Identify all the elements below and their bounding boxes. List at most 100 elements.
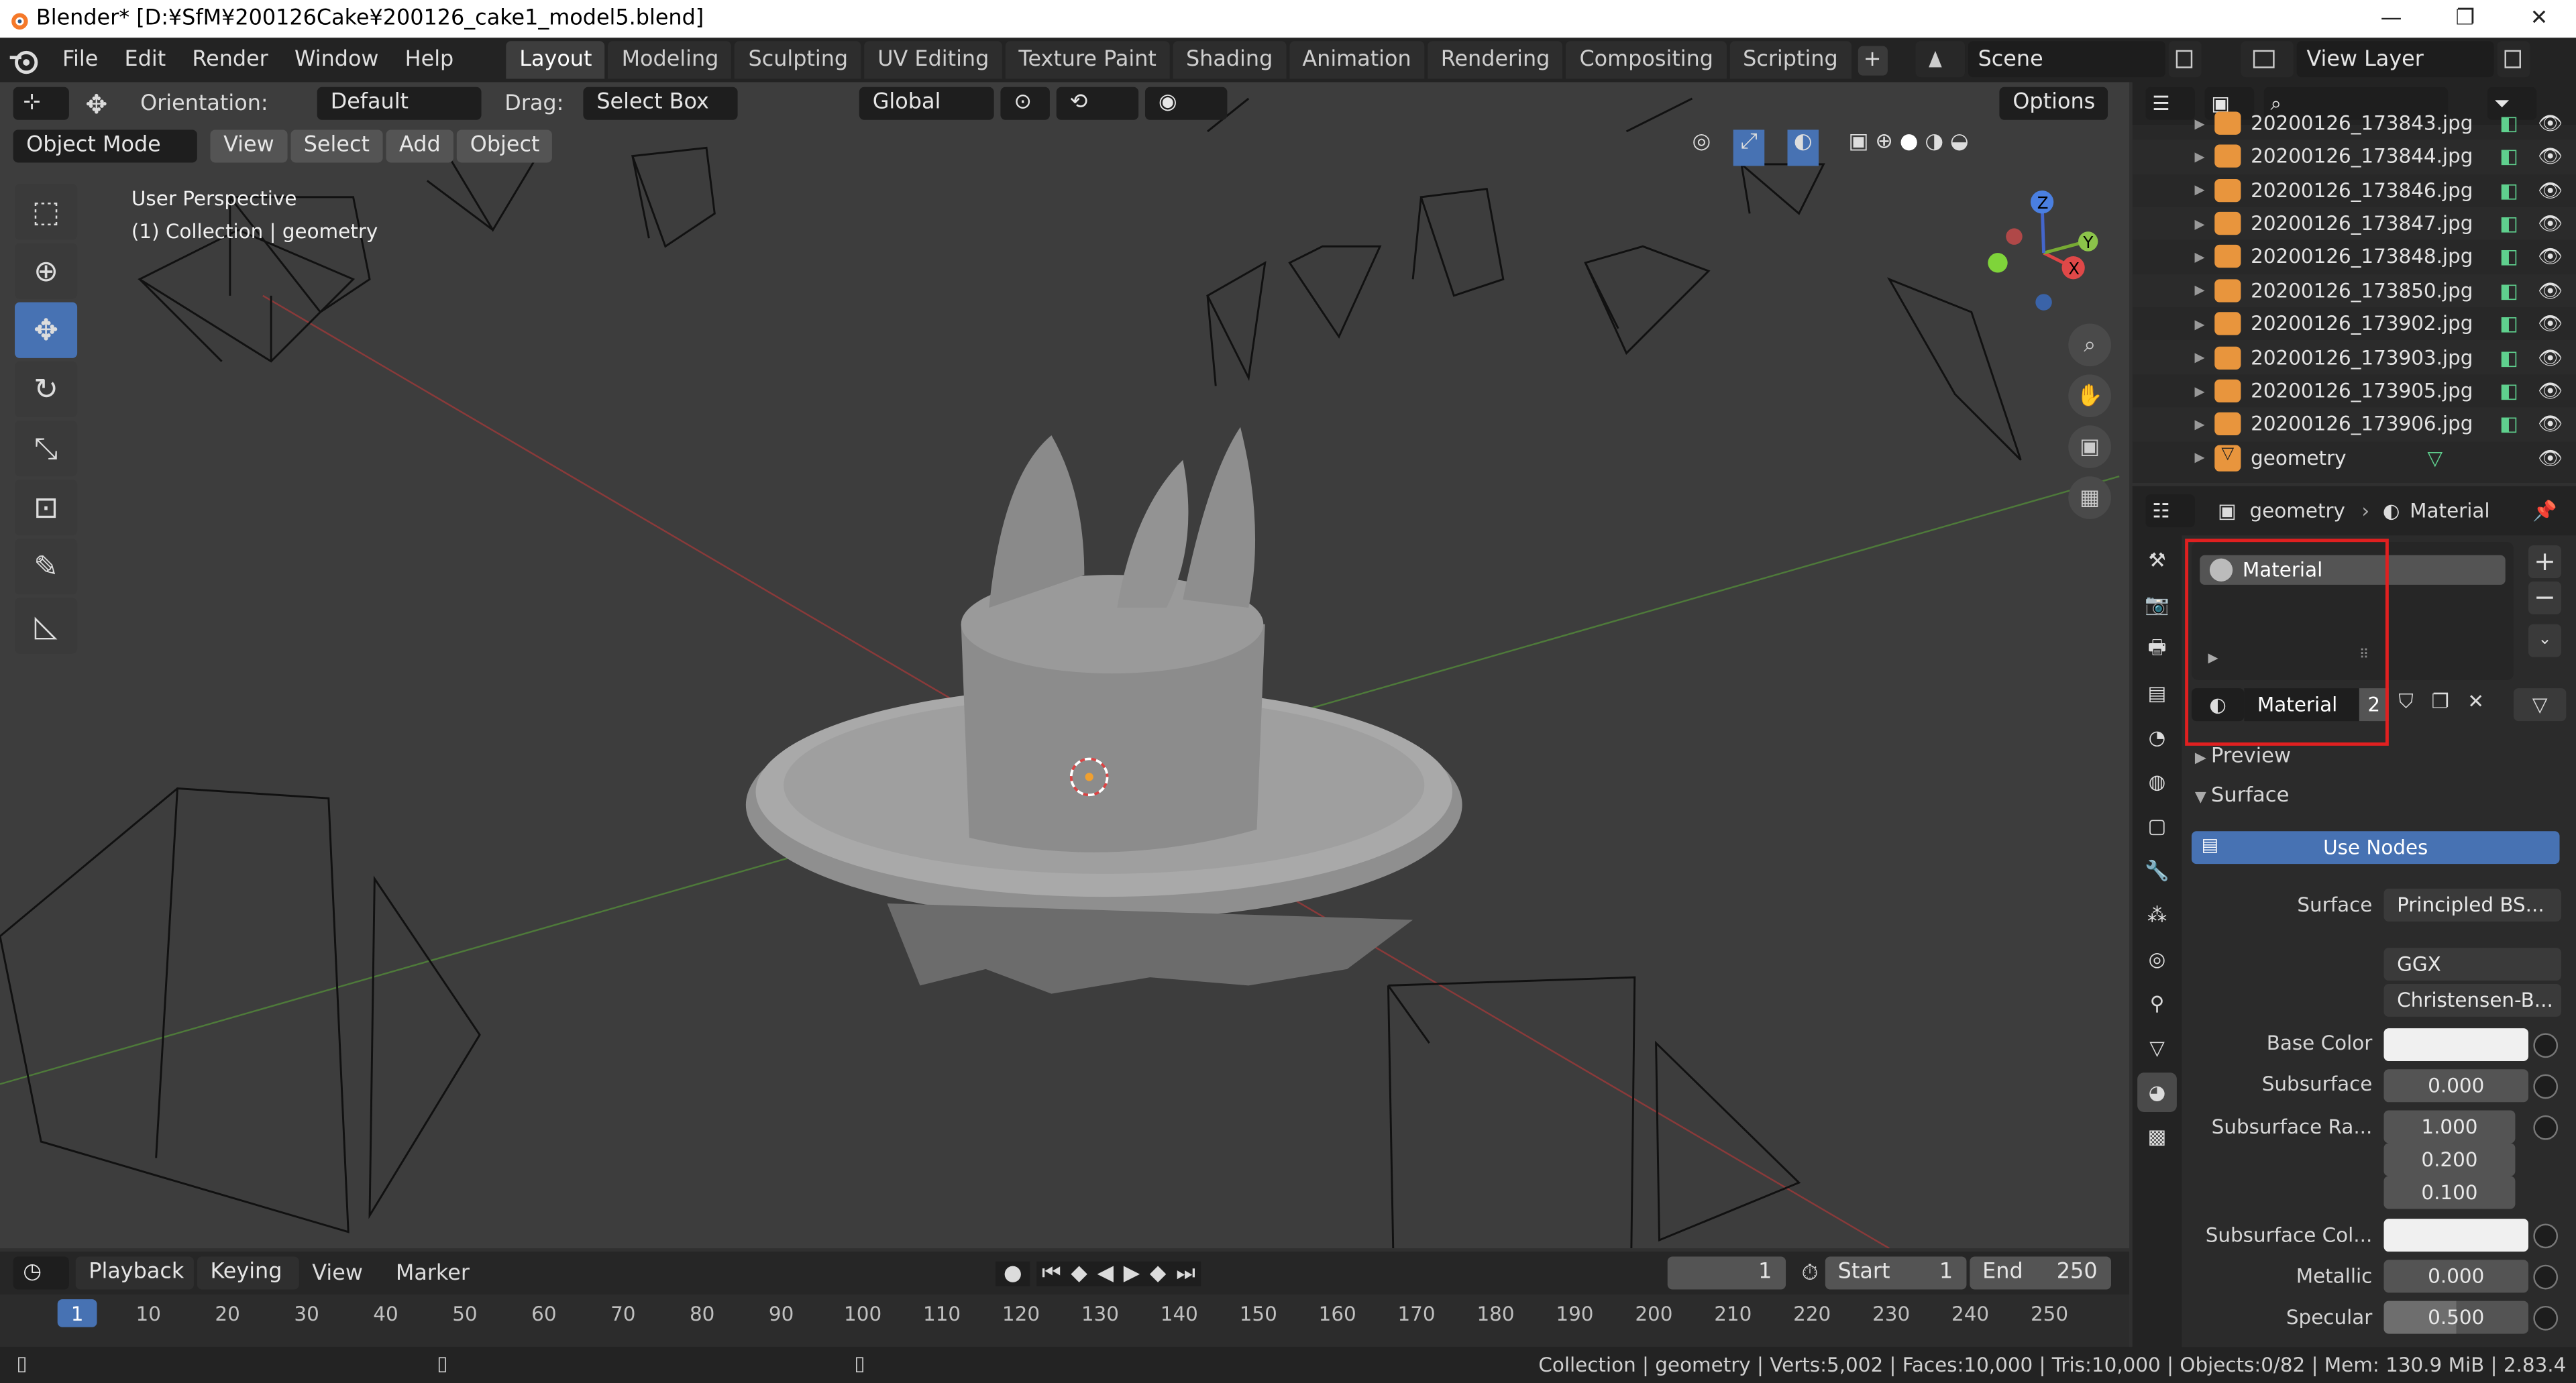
visibility-eye-icon[interactable]: 👁 <box>2538 212 2563 235</box>
keying-menu[interactable]: Keying <box>197 1256 299 1290</box>
tab-scripting[interactable]: Scripting <box>1729 41 1851 79</box>
link-type-icon[interactable]: ▽ <box>2513 688 2567 722</box>
outliner-camera-row[interactable]: ▶ 20200126_173906.jpg ◧ 👁 <box>2132 407 2576 442</box>
expand-arrow-icon[interactable]: ▶ <box>2133 350 2214 365</box>
slot-specials-icon[interactable]: ⌄ <box>2528 624 2561 657</box>
base-color-socket-icon[interactable] <box>2533 1033 2559 1058</box>
subsurface-field[interactable]: 0.000 <box>2383 1069 2529 1103</box>
unlink-material-icon[interactable]: ✕ <box>2467 690 2484 713</box>
outliner-camera-row[interactable]: ▶ 20200126_173905.jpg ◧ 👁 <box>2133 374 2576 408</box>
specular-socket-icon[interactable] <box>2533 1305 2559 1331</box>
expand-arrow-icon[interactable]: ▶ <box>2133 317 2214 331</box>
scene-tab-icon[interactable]: ◔ <box>2137 718 2177 757</box>
outliner-camera-row[interactable]: ▶ 20200126_173850.jpg ◧ 👁 <box>2132 273 2576 308</box>
zoom-icon[interactable]: ⌕ <box>2068 323 2111 367</box>
proportional-edit-icon[interactable]: ◉ <box>1145 87 1228 120</box>
visibility-eye-icon[interactable]: 👁 <box>2538 346 2563 369</box>
select-box-tool-icon[interactable]: ⬚ <box>15 184 78 240</box>
add-slot-button[interactable]: + <box>2528 545 2561 579</box>
subsurface-socket-icon[interactable] <box>2533 1074 2559 1099</box>
new-view-layer-icon[interactable] <box>2497 41 2530 78</box>
scene-icon[interactable] <box>1915 41 1966 78</box>
render-tab-icon[interactable]: 📷 <box>2137 585 2177 624</box>
fake-user-shield-icon[interactable]: ⛉ <box>2399 690 2414 715</box>
tab-layout[interactable]: Layout <box>506 41 606 79</box>
subsurface-color-swatch[interactable] <box>2383 1219 2529 1252</box>
remove-slot-button[interactable]: − <box>2528 581 2561 614</box>
drag-dropdown[interactable]: Select Box <box>583 87 738 120</box>
subsurface-radius-y[interactable]: 0.200 <box>2383 1143 2516 1176</box>
select-menu[interactable]: Select <box>290 129 383 163</box>
object-mode-dropdown[interactable]: Object Mode <box>13 129 197 163</box>
outliner-geometry-row[interactable]: ▶ ▽ geometry ▽ 👁 <box>2133 441 2576 475</box>
solid-shading-icon[interactable]: ● <box>1900 129 1919 166</box>
rendered-shading-icon[interactable]: ◒ <box>1950 129 1969 166</box>
constraints-tab-icon[interactable]: ⚲ <box>2137 984 2177 1024</box>
close-button[interactable]: ✕ <box>2502 7 2576 32</box>
expand-arrow-icon[interactable]: ▶ <box>2133 451 2214 465</box>
play-icon[interactable]: ▶ <box>1118 1260 1145 1286</box>
scale-tool-icon[interactable]: ⤡ <box>15 420 78 477</box>
metallic-socket-icon[interactable] <box>2533 1264 2559 1290</box>
object-data-tab-icon[interactable]: ▽ <box>2137 1028 2177 1068</box>
distribution-dropdown[interactable]: GGX <box>2383 948 2561 981</box>
snap-icon[interactable]: ⟲ <box>1057 87 1139 120</box>
outliner-camera-row[interactable]: ▶ 20200126_173843.jpg ◧ 👁 <box>2133 107 2576 140</box>
gizmo-neg-x-icon[interactable] <box>2006 228 2023 245</box>
subsurface-radius-socket-icon[interactable] <box>2533 1115 2559 1140</box>
record-icon[interactable]: ● <box>995 1260 1030 1286</box>
add-workspace-button[interactable]: + <box>1858 45 1888 75</box>
editor-type-icon[interactable]: ⊹ <box>13 87 69 120</box>
visibility-eye-icon[interactable]: 👁 <box>2538 313 2563 335</box>
menu-file[interactable]: File <box>49 48 111 72</box>
outliner-camera-row[interactable]: ▶ 20200126_173902.jpg ◧ 👁 <box>2133 307 2576 341</box>
material-tab-icon[interactable]: ◕ <box>2137 1072 2177 1112</box>
transform-space-dropdown[interactable]: Global <box>859 87 994 120</box>
tab-shading[interactable]: Shading <box>1173 41 1286 79</box>
gizmo-neg-z-icon[interactable] <box>2035 294 2052 311</box>
navigation-gizmo[interactable]: X Y Z <box>1972 184 2119 315</box>
jump-start-icon[interactable]: ⏮ <box>1036 1260 1067 1286</box>
output-tab-icon[interactable]: 🖶 <box>2137 629 2177 669</box>
pan-hand-icon[interactable]: ✋ <box>2068 374 2111 418</box>
rotate-tool-icon[interactable]: ↻ <box>15 361 78 418</box>
camera-view-icon[interactable]: ▣ <box>2068 425 2111 468</box>
tab-uv-editing[interactable]: UV Editing <box>864 41 1002 79</box>
playback-menu[interactable]: Playback <box>75 1256 194 1290</box>
play-reverse-icon[interactable]: ◀ <box>1092 1260 1119 1286</box>
expand-arrow-icon[interactable]: ▶ <box>2133 417 2214 432</box>
subsurface-color-socket-icon[interactable] <box>2533 1223 2559 1249</box>
expand-arrow-icon[interactable]: ▶ <box>2133 149 2214 164</box>
metallic-field[interactable]: 0.000 <box>2383 1260 2529 1293</box>
gizmo-neg-y-icon[interactable] <box>1988 253 2008 273</box>
tab-sculpting[interactable]: Sculpting <box>735 41 861 79</box>
world-tab-icon[interactable]: ◍ <box>2137 762 2177 801</box>
specular-slider[interactable]: 0.500 <box>2383 1301 2529 1334</box>
timeline-view-menu[interactable]: View <box>312 1261 363 1286</box>
outliner-camera-row[interactable]: ▶ 20200126_173903.jpg ◧ 👁 <box>2132 340 2576 375</box>
transform-tool-icon[interactable]: ⊡ <box>15 480 78 536</box>
ortho-grid-icon[interactable]: ▦ <box>2068 476 2111 519</box>
expand-arrow-icon[interactable]: ▶ <box>2133 116 2214 131</box>
cursor-tool-icon[interactable]: ⊕ <box>15 243 78 299</box>
modifier-tab-icon[interactable]: 🔧 <box>2137 851 2177 891</box>
preview-panel[interactable]: ▶ Preview <box>2195 742 2291 767</box>
visibility-eye-icon[interactable]: 👁 <box>2538 413 2563 436</box>
subsurface-radius-x[interactable]: 1.000 <box>2383 1110 2516 1144</box>
pivot-icon[interactable]: ⊙ <box>1000 87 1051 120</box>
view-layer-tab-icon[interactable]: ▤ <box>2137 673 2177 713</box>
object-menu[interactable]: Object <box>457 129 553 163</box>
visibility-icon[interactable]: ◎ <box>1692 129 1711 166</box>
particles-tab-icon[interactable]: ⁂ <box>2137 895 2177 935</box>
visibility-eye-icon[interactable]: 👁 <box>2538 380 2563 402</box>
overlay-toggle-icon[interactable]: ◐ <box>1786 129 1819 166</box>
move-tool-icon[interactable]: ✥ <box>15 302 78 358</box>
tab-modeling[interactable]: Modeling <box>608 41 732 79</box>
tab-texture-paint[interactable]: Texture Paint <box>1005 41 1170 79</box>
outliner-camera-row[interactable]: ▶ 20200126_173847.jpg ◧ 👁 <box>2132 207 2576 241</box>
measure-tool-icon[interactable]: ◺ <box>15 598 78 654</box>
timeline-editor-icon[interactable]: ◷ <box>13 1256 69 1290</box>
use-nodes-button[interactable]: Use Nodes <box>2191 831 2560 865</box>
surface-panel[interactable]: ▼ Surface <box>2195 782 2290 807</box>
subsurface-method-dropdown[interactable]: Christensen-B... <box>2383 983 2561 1017</box>
